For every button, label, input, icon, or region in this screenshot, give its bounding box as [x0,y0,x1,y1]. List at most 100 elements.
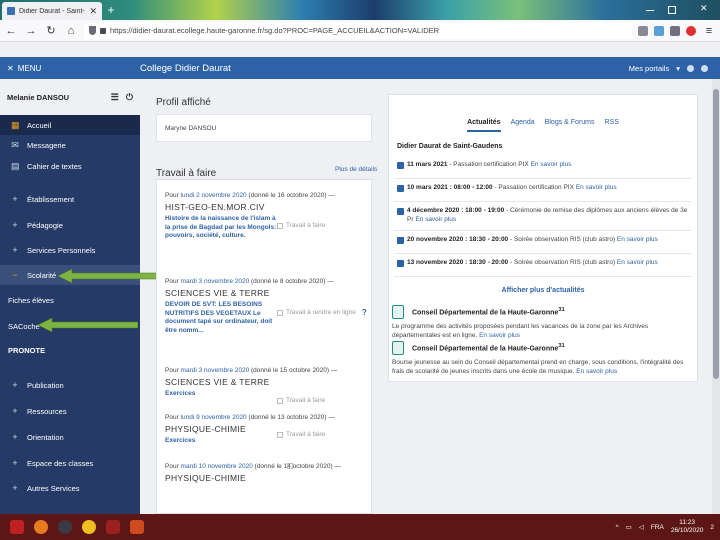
forward-icon[interactable]: → [24,24,38,38]
maximize-icon[interactable] [668,6,676,14]
close-window-icon[interactable]: ✕ [700,3,708,14]
browser-tab[interactable]: Didier Daurat - Saint-Gaudens ✕ [2,2,102,20]
travail-date[interactable]: lundi 9 novembre 2020 [181,414,247,421]
news-more-link[interactable]: En savoir plus [415,216,456,223]
browser-tab-title: Didier Daurat - Saint-Gaudens [19,7,85,15]
chrome-icon[interactable] [82,520,96,534]
status-checkbox[interactable] [277,309,283,316]
firefox-icon[interactable] [34,520,48,534]
chevron-up-icon[interactable]: ^ [616,524,619,531]
obs-icon[interactable] [58,520,72,534]
news-show-more-link[interactable]: Afficher plus d'actualités [389,287,697,294]
page-scrollbar[interactable] [712,79,720,514]
home-icon[interactable]: ⌂ [64,24,78,38]
school-name[interactable]: College Didier Daurat [140,63,629,74]
travail-status[interactable]: Travail à faire [277,222,325,229]
news-row[interactable]: 10 mars 2021 : 08:00 - 12:00 - Passation… [394,184,691,202]
powerpoint-icon[interactable] [130,520,144,534]
app-icon[interactable] [106,520,120,534]
travail-description[interactable]: DEVOIR DE SVT: LES BESOINS NUTRITIFS DES… [165,301,277,335]
sidebar-item-messagerie[interactable]: ✉ Messagerie [0,135,140,155]
clock[interactable]: 11:23 26/10/2020 [671,519,704,535]
new-tab-button[interactable]: + [104,2,118,18]
sync-icon[interactable] [654,25,664,36]
power-icon[interactable]: ⏻ [126,92,133,103]
portals-dropdown[interactable]: Mes portails [629,64,669,73]
tab-blogs-forums[interactable]: Blogs & Forums [545,119,595,132]
sidebar-item-services[interactable]: + Services Personnels [0,240,140,260]
mail-icon: ✉ [11,139,19,150]
help-icon[interactable] [701,64,708,72]
tracking-shield-icon[interactable] [89,26,96,35]
status-checkbox[interactable] [277,222,283,229]
sidebar-item-label: Fiches élèves [8,295,54,305]
tab-rss[interactable]: RSS [605,119,619,132]
travail-date[interactable]: mardi 10 novembre 2020 [181,463,253,470]
sidebar-item-fiches-eleves[interactable]: Fiches élèves [0,290,140,310]
sidebar-item-ressources[interactable]: + Ressources [0,401,140,421]
sidebar-item-espace-classes[interactable]: + Espace des classes [0,453,140,473]
sidebar-item-pedagogie[interactable]: + Pédagogie [0,215,140,235]
lock-icon[interactable] [100,27,106,34]
help-question-icon[interactable]: ? [362,308,367,317]
settings-lines-icon[interactable]: ☰ [111,92,119,103]
start-menu-icon[interactable] [10,520,24,534]
sidebar-item-publication[interactable]: + Publication [0,375,140,395]
travail-status[interactable] [287,463,293,469]
sidebar-item-etablissement[interactable]: + Établissement [0,189,140,209]
reload-icon[interactable]: ↻ [44,24,58,38]
news-row[interactable]: 20 novembre 2020 : 18:30 - 20:00 - Soiré… [394,236,691,254]
status-checkbox[interactable] [277,397,283,404]
sidebar-item-pronote[interactable]: PRONOTE [0,340,140,360]
travail-details-link[interactable]: Plus de détails [335,166,377,173]
scrollbar-thumb[interactable] [713,89,719,379]
extension-icon[interactable] [686,25,696,36]
calendar-icon [397,237,404,244]
travail-description[interactable]: Histoire de la naissance de l'islam à la… [165,215,277,241]
profile-value[interactable]: Maryne DANSOU [165,125,216,132]
url-bar[interactable]: https://didier-daurat.ecollege.haute-gar… [84,22,632,39]
cd31-more-link[interactable]: En savoir plus [479,332,520,339]
minimize-icon[interactable] [646,10,654,11]
news-date: 20 novembre 2020 : 18:30 - 20:00 [407,236,509,243]
travail-date[interactable]: mardi 3 novembre 2020 [181,278,250,285]
menu-toggle-button[interactable]: ✕ MENU [0,64,140,73]
news-row[interactable]: 4 décembre 2020 : 18:00 - 19:00 - Cérémo… [394,207,691,231]
downloads-icon[interactable] [670,25,680,36]
travail-item: Pour mardi 10 novembre 2020 (donné le 14… [157,463,371,483]
travail-status[interactable]: Travail à faire [277,397,325,404]
network-icon[interactable]: ▭ [626,523,632,531]
volume-icon[interactable]: ◁ [639,523,644,531]
travail-status[interactable]: Travail à faire [277,431,325,438]
news-row[interactable]: 13 novembre 2020 : 18:30 - 20:00 - Soiré… [394,259,691,277]
travail-status-label: Travail à faire [286,222,326,229]
sidebar-item-label: Espace des classes [27,458,94,468]
library-icon[interactable] [638,25,648,36]
cd31-more-link[interactable]: En savoir plus [576,368,617,375]
hamburger-menu-icon[interactable]: ≡ [702,24,716,38]
notification-icon[interactable] [687,64,694,72]
close-tab-icon[interactable]: ✕ [89,6,97,17]
travail-description[interactable]: Exercices [165,437,277,446]
sidebar-item-accueil[interactable]: ▦ Accueil [0,115,140,135]
sidebar-item-autres[interactable]: + Autres Services [0,478,140,498]
status-checkbox[interactable] [287,463,293,469]
tab-actualites[interactable]: Actualités [467,119,501,132]
grid-icon: ▦ [11,119,20,130]
sidebar-item-cahier[interactable]: ▤ Cahier de textes [0,156,140,176]
sidebar-item-orientation[interactable]: + Orientation [0,427,140,447]
status-checkbox[interactable] [277,431,283,438]
back-icon[interactable]: ← [4,24,18,38]
language-indicator[interactable]: FRA [651,524,664,531]
news-more-link[interactable]: En savoir plus [576,184,617,191]
news-more-link[interactable]: En savoir plus [531,161,572,168]
news-more-link[interactable]: En savoir plus [617,236,658,243]
news-more-link[interactable]: En savoir plus [617,259,658,266]
notification-count[interactable]: 2 [710,524,714,531]
travail-date[interactable]: lundi 2 novembre 2020 [181,192,247,199]
news-row[interactable]: 11 mars 2021 - Passation certification P… [394,161,691,179]
tab-agenda[interactable]: Agenda [511,119,535,132]
travail-status[interactable]: Travail à rendre en ligne? [277,308,367,317]
travail-date[interactable]: mardi 3 novembre 2020 [181,367,250,374]
travail-description[interactable]: Exercices [165,390,277,399]
